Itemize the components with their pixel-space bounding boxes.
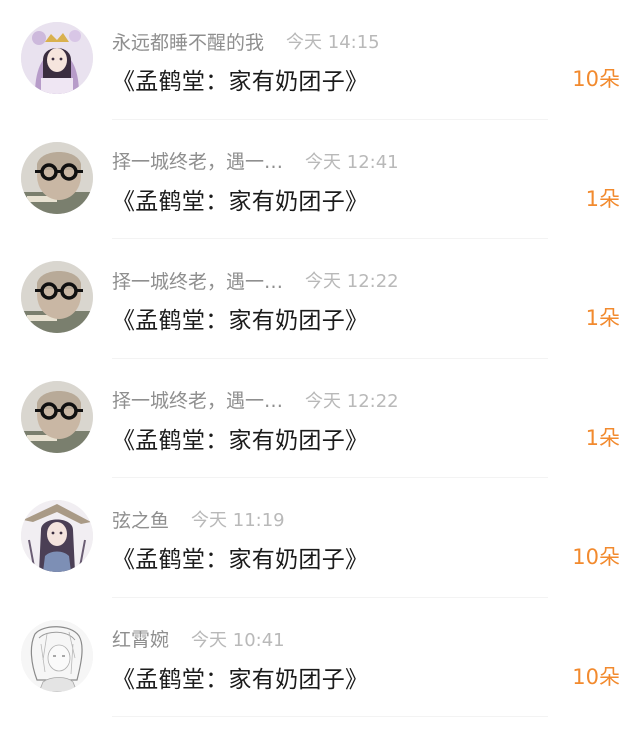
list-item[interactable]: 红霄婉 今天 10:41 《孟鹤堂：家有奶团子》 10朵 bbox=[0, 598, 640, 718]
avatar[interactable] bbox=[21, 261, 93, 333]
user-name[interactable]: 永远都睡不醒的我 bbox=[112, 28, 264, 55]
timestamp: 今天 10:41 bbox=[191, 629, 285, 651]
book-title[interactable]: 《孟鹤堂：家有奶团子》 bbox=[112, 301, 368, 335]
user-name[interactable]: 弦之鱼 bbox=[112, 506, 169, 533]
book-title[interactable]: 《孟鹤堂：家有奶团子》 bbox=[112, 660, 368, 694]
book-title[interactable]: 《孟鹤堂：家有奶团子》 bbox=[112, 540, 368, 574]
avatar[interactable] bbox=[21, 500, 93, 572]
gift-count: 10朵 bbox=[572, 545, 620, 569]
list-item[interactable]: 永远都睡不醒的我 今天 14:15 《孟鹤堂：家有奶团子》 10朵 bbox=[0, 0, 640, 120]
meta-line: 择一城终老，遇一… 今天 12:41 bbox=[112, 147, 399, 175]
user-name[interactable]: 红霄婉 bbox=[112, 625, 169, 652]
user-name[interactable]: 择一城终老，遇一… bbox=[112, 147, 283, 174]
list-item[interactable]: 择一城终老，遇一… 今天 12:22 《孟鹤堂：家有奶团子》 1朵 bbox=[0, 359, 640, 479]
avatar[interactable] bbox=[21, 380, 93, 453]
person-glasses-avatar-icon bbox=[21, 141, 93, 214]
timestamp: 今天 12:22 bbox=[305, 271, 399, 292]
user-name[interactable]: 择一城终老，遇一… bbox=[112, 267, 283, 294]
list-item[interactable]: 择一城终老，遇一… 今天 12:41 《孟鹤堂：家有奶团子》 1朵 bbox=[0, 120, 640, 240]
meta-line: 红霄婉 今天 10:41 bbox=[112, 625, 285, 653]
gift-count: 1朵 bbox=[585, 425, 620, 450]
gift-count: 1朵 bbox=[585, 306, 620, 330]
gift-count: 10朵 bbox=[572, 67, 620, 91]
list-item[interactable]: 择一城终老，遇一… 今天 12:22 《孟鹤堂：家有奶团子》 1朵 bbox=[0, 239, 640, 359]
anime-girl-avatar-icon bbox=[21, 22, 93, 94]
timestamp: 今天 12:22 bbox=[305, 390, 399, 412]
book-title[interactable]: 《孟鹤堂：家有奶团子》 bbox=[112, 62, 368, 96]
list-item[interactable]: 弦之鱼 今天 11:19 《孟鹤堂：家有奶团子》 10朵 bbox=[0, 478, 640, 598]
anime-girl-hat-avatar-icon bbox=[21, 500, 93, 572]
person-glasses-avatar-icon bbox=[21, 261, 93, 333]
timestamp: 今天 14:15 bbox=[286, 32, 380, 53]
gift-count: 10朵 bbox=[572, 664, 620, 689]
meta-line: 弦之鱼 今天 11:19 bbox=[112, 505, 285, 533]
gift-count: 1朵 bbox=[585, 186, 620, 211]
user-name[interactable]: 择一城终老，遇一… bbox=[112, 386, 283, 413]
person-glasses-avatar-icon bbox=[21, 380, 93, 453]
meta-line: 择一城终老，遇一… 今天 12:22 bbox=[112, 386, 399, 414]
book-title[interactable]: 《孟鹤堂：家有奶团子》 bbox=[112, 421, 368, 455]
timestamp: 今天 11:19 bbox=[191, 510, 285, 531]
meta-line: 择一城终老，遇一… 今天 12:22 bbox=[112, 266, 399, 294]
sketch-girl-avatar-icon bbox=[21, 619, 93, 692]
meta-line: 永远都睡不醒的我 今天 14:15 bbox=[112, 27, 380, 55]
avatar[interactable] bbox=[21, 141, 93, 214]
timestamp: 今天 12:41 bbox=[305, 151, 399, 173]
avatar[interactable] bbox=[21, 22, 93, 94]
gift-record-list: 永远都睡不醒的我 今天 14:15 《孟鹤堂：家有奶团子》 10朵 择一城终老，… bbox=[0, 0, 640, 736]
book-title[interactable]: 《孟鹤堂：家有奶团子》 bbox=[112, 182, 368, 216]
avatar[interactable] bbox=[21, 619, 93, 692]
